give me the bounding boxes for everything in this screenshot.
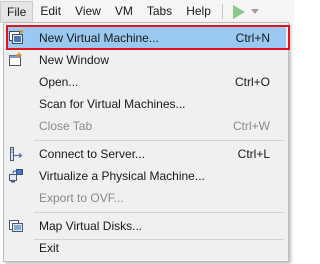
menu-bar: File Edit View VM Tabs Help: [0, 0, 294, 23]
menu-item-virtualize-physical[interactable]: Virtualize a Physical Machine...: [6, 165, 286, 187]
menu-separator: [34, 212, 284, 213]
menu-item-label: New Virtual Machine...: [39, 31, 159, 45]
menu-item-new-window[interactable]: New Window: [6, 49, 286, 71]
menu-item-shortcut: Ctrl+L: [237, 147, 270, 161]
menu-help[interactable]: Help: [179, 0, 218, 23]
menu-item-label: Close Tab: [39, 119, 93, 133]
file-menu: New Virtual Machine... Ctrl+N New Window…: [3, 22, 290, 262]
menu-item-label: Map Virtual Disks...: [39, 219, 143, 233]
menu-view[interactable]: View: [68, 0, 108, 23]
menu-item-exit[interactable]: Exit: [6, 237, 286, 259]
menu-item-map-virtual-disks[interactable]: Map Virtual Disks...: [6, 215, 286, 237]
menu-item-close-tab: Close Tab Ctrl+W: [6, 115, 286, 137]
menu-item-shortcut: Ctrl+W: [233, 119, 270, 133]
menu-item-label: Scan for Virtual Machines...: [39, 97, 186, 111]
map-disks-icon: [8, 218, 24, 234]
menu-item-label: Open...: [39, 75, 79, 89]
connect-server-icon: [8, 146, 24, 162]
play-icon[interactable]: [232, 4, 245, 19]
menu-file[interactable]: File: [0, 1, 34, 23]
menu-item-label: New Window: [39, 53, 110, 67]
menu-item-label: Connect to Server...: [39, 147, 146, 161]
menu-item-export-ovf: Export to OVF...: [6, 187, 286, 209]
power-on-button[interactable]: [232, 0, 259, 23]
menu-tabs[interactable]: Tabs: [140, 0, 179, 23]
menu-item-connect-server[interactable]: Connect to Server... Ctrl+L: [6, 143, 286, 165]
menu-item-label: Exit: [39, 241, 60, 255]
menu-item-label: Export to OVF...: [39, 191, 124, 205]
menu-vm[interactable]: VM: [108, 0, 140, 23]
menu-item-open[interactable]: Open... Ctrl+O: [6, 71, 286, 93]
menu-item-scan-vms[interactable]: Scan for Virtual Machines...: [6, 93, 286, 115]
menu-edit[interactable]: Edit: [33, 0, 68, 23]
menu-item-label: Virtualize a Physical Machine...: [39, 169, 205, 183]
menubar-separator: [221, 4, 223, 19]
virtualize-physical-icon: [8, 168, 24, 184]
menu-separator: [34, 140, 284, 141]
new-vm-icon: [8, 30, 24, 46]
chevron-down-icon[interactable]: [250, 9, 259, 14]
menu-item-new-virtual-machine[interactable]: New Virtual Machine... Ctrl+N: [6, 27, 286, 49]
menu-item-shortcut: Ctrl+N: [235, 31, 270, 45]
menu-item-shortcut: Ctrl+O: [234, 75, 270, 89]
new-window-icon: [8, 52, 24, 68]
